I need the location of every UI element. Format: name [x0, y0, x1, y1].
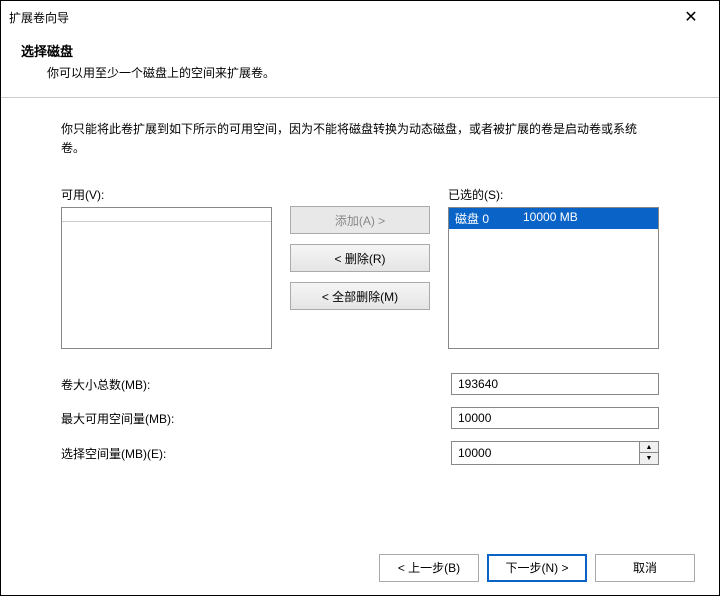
header: 选择磁盘 你可以用至少一个磁盘上的空间来扩展卷。	[1, 33, 719, 97]
titlebar: 扩展卷向导 ✕	[1, 1, 719, 33]
select-space-label: 选择空间量(MB)(E):	[61, 445, 451, 462]
info-text: 你只能将此卷扩展到如下所示的可用空间，因为不能将磁盘转换为动态磁盘，或者被扩展的…	[61, 120, 659, 158]
total-size-label: 卷大小总数(MB):	[61, 376, 451, 393]
remove-all-button[interactable]: < 全部删除(M)	[290, 282, 430, 310]
list-item[interactable]: 磁盘 0 10000 MB	[449, 208, 658, 229]
cancel-button[interactable]: 取消	[595, 554, 695, 582]
disk-name: 磁盘 0	[455, 210, 523, 227]
close-icon: ✕	[684, 7, 697, 27]
footer: < 上一步(B) 下一步(N) > 取消	[1, 539, 719, 595]
disk-columns: 可用(V): 添加(A) > < 删除(R) < 全部删除(M) 已选的(S):…	[61, 186, 659, 349]
back-button[interactable]: < 上一步(B)	[379, 554, 479, 582]
remove-button[interactable]: < 删除(R)	[290, 244, 430, 272]
transfer-buttons: 添加(A) > < 删除(R) < 全部删除(M)	[290, 186, 430, 349]
max-space-value: 10000	[451, 407, 659, 429]
available-label: 可用(V):	[61, 186, 272, 203]
next-button[interactable]: 下一步(N) >	[487, 554, 587, 582]
selected-column: 已选的(S): 磁盘 0 10000 MB	[448, 186, 659, 349]
available-listbox[interactable]	[61, 207, 272, 349]
disk-size: 10000 MB	[523, 210, 578, 227]
available-list-header	[62, 208, 271, 222]
spinner-up-button[interactable]: ▲	[640, 442, 658, 453]
header-description: 你可以用至少一个磁盘上的空间来扩展卷。	[21, 64, 699, 81]
max-space-row: 最大可用空间量(MB): 10000	[61, 407, 659, 429]
available-column: 可用(V):	[61, 186, 272, 349]
spinner-down-button[interactable]: ▼	[640, 453, 658, 464]
close-button[interactable]: ✕	[671, 3, 711, 31]
select-space-spinner: ▲ ▼	[451, 441, 659, 465]
window-title: 扩展卷向导	[9, 9, 671, 26]
selected-label: 已选的(S):	[448, 186, 659, 203]
header-title: 选择磁盘	[21, 41, 699, 60]
add-button[interactable]: 添加(A) >	[290, 206, 430, 234]
selected-listbox[interactable]: 磁盘 0 10000 MB	[448, 207, 659, 349]
spinner-buttons: ▲ ▼	[639, 441, 659, 465]
max-space-label: 最大可用空间量(MB):	[61, 410, 451, 427]
total-size-value: 193640	[451, 373, 659, 395]
body: 你只能将此卷扩展到如下所示的可用空间，因为不能将磁盘转换为动态磁盘，或者被扩展的…	[1, 98, 719, 539]
wizard-window: 扩展卷向导 ✕ 选择磁盘 你可以用至少一个磁盘上的空间来扩展卷。 你只能将此卷扩…	[0, 0, 720, 596]
select-space-input[interactable]	[451, 441, 639, 465]
total-size-row: 卷大小总数(MB): 193640	[61, 373, 659, 395]
select-space-row: 选择空间量(MB)(E): ▲ ▼	[61, 441, 659, 465]
